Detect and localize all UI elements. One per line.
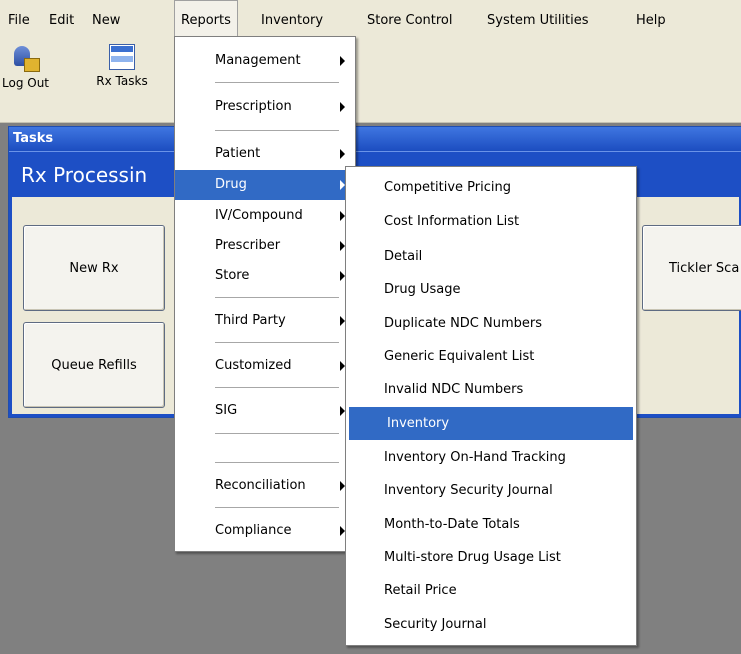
menu-system-utilities[interactable]: System Utilities [481, 0, 595, 36]
menu-separator [215, 433, 339, 434]
menu-inventory[interactable]: Inventory [255, 0, 329, 36]
menu-store-control[interactable]: Store Control [361, 0, 458, 36]
submenu-item-month-to-date-totals[interactable]: Month-to-Date Totals [346, 510, 636, 540]
submenu-item-drug-usage[interactable]: Drug Usage [346, 275, 636, 305]
toolbar: Log Out Rx Tasks [0, 36, 741, 123]
submenu-item-invalid-ndc-numbers[interactable]: Invalid NDC Numbers [346, 375, 636, 405]
submenu-item-multi-store-drug-usage-list[interactable]: Multi-store Drug Usage List [346, 543, 636, 573]
submenu-item-security-journal[interactable]: Security Journal [346, 610, 636, 640]
rx-tasks-label: Rx Tasks [96, 74, 148, 88]
menu-separator [215, 507, 339, 508]
rx-tasks-button[interactable]: Rx Tasks [92, 44, 152, 88]
submenu-item-generic-equivalent-list[interactable]: Generic Equivalent List [346, 342, 636, 372]
tickler-scan-button[interactable]: Tickler Sca [642, 225, 741, 311]
menu-new[interactable]: New [86, 0, 126, 36]
menu-item-management[interactable]: Management [175, 46, 355, 76]
submenu-item-duplicate-ndc-numbers[interactable]: Duplicate NDC Numbers [346, 309, 636, 339]
queue-refills-button[interactable]: Queue Refills [23, 322, 165, 408]
menu-edit[interactable]: Edit [43, 0, 80, 36]
menu-item-patient[interactable]: Patient [175, 139, 355, 169]
submenu-arrow-icon [340, 102, 345, 112]
menu-item-iv-compound[interactable]: IV/Compound [175, 201, 355, 231]
menu-separator [215, 342, 339, 343]
submenu-item-inventory-on-hand-tracking[interactable]: Inventory On-Hand Tracking [346, 443, 636, 473]
menu-item-compliance[interactable]: Compliance [175, 516, 355, 546]
tasks-window-icon [109, 44, 135, 70]
submenu-item-competitive-pricing[interactable]: Competitive Pricing [346, 173, 636, 203]
submenu-arrow-icon [340, 149, 345, 159]
menu-item-store[interactable]: Store [175, 261, 355, 291]
menu-item-prescription[interactable]: Prescription [175, 92, 355, 122]
menu-separator [215, 130, 339, 131]
drug-submenu: Competitive Pricing Cost Information Lis… [345, 166, 637, 646]
menu-reports[interactable]: Reports [174, 0, 238, 37]
menu-separator [215, 82, 339, 83]
menu-item-drug[interactable]: Drug [175, 170, 355, 200]
submenu-arrow-icon [340, 56, 345, 66]
menu-item-third-party[interactable]: Third Party [175, 306, 355, 336]
submenu-item-inventory[interactable]: Inventory [349, 407, 633, 440]
menu-file[interactable]: File [2, 0, 36, 36]
submenu-item-retail-price[interactable]: Retail Price [346, 576, 636, 606]
submenu-item-cost-information-list[interactable]: Cost Information List [346, 207, 636, 237]
menu-item-prescriber[interactable]: Prescriber [175, 231, 355, 261]
menu-separator [215, 297, 339, 298]
logout-lock-icon [10, 44, 40, 72]
reports-menu: Management Prescription Patient Drug IV/… [174, 36, 356, 552]
tasks-header: Tasks [9, 127, 741, 151]
menu-help[interactable]: Help [630, 0, 672, 36]
menu-separator [215, 462, 339, 463]
menu-item-customized[interactable]: Customized [175, 351, 355, 381]
logout-label: Log Out [2, 76, 50, 90]
menu-bar: File Edit New Reports Inventory Store Co… [0, 0, 741, 37]
menu-item-reconciliation[interactable]: Reconciliation [175, 471, 355, 501]
logout-button[interactable]: Log Out [2, 44, 50, 90]
menu-separator [215, 387, 339, 388]
submenu-item-detail[interactable]: Detail [346, 242, 636, 272]
new-rx-button[interactable]: New Rx [23, 225, 165, 311]
submenu-item-inventory-security-journal[interactable]: Inventory Security Journal [346, 476, 636, 506]
menu-item-sig[interactable]: SIG [175, 396, 355, 426]
